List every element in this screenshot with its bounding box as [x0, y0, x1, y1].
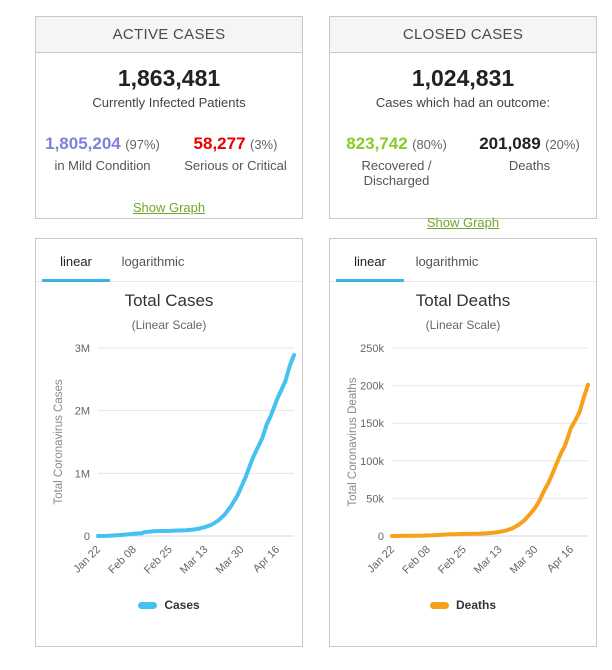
tab-logarithmic[interactable]: logarithmic [404, 239, 490, 282]
tab-linear[interactable]: linear [42, 239, 110, 282]
x-tick-label: Feb 08 [400, 544, 433, 577]
deaths-legend-label: Deaths [456, 598, 496, 612]
mild-condition-percent: (97%) [125, 137, 160, 152]
x-tick-label: Jan 22 [71, 544, 103, 576]
y-tick-label: 200k [360, 381, 384, 393]
deaths-value: 201,089 [479, 134, 540, 153]
cases-line-marker-icon [138, 602, 157, 609]
serious-critical-percent: (3%) [250, 137, 277, 152]
serious-critical-label: Serious or Critical [169, 158, 302, 173]
series-line [98, 355, 294, 536]
tab-linear[interactable]: linear [336, 239, 404, 282]
x-tick-label: Jan 22 [365, 544, 397, 576]
tab-logarithmic[interactable]: logarithmic [110, 239, 196, 282]
y-tick-label: 3M [75, 343, 90, 355]
serious-critical-cell: 58,277 (3%) Serious or Critical [169, 134, 302, 173]
deaths-cell: 201,089 (20%) Deaths [463, 134, 596, 188]
closed-breakdown-row: 823,742 (80%) Recovered / Discharged 201… [330, 134, 596, 188]
recovered-cell: 823,742 (80%) Recovered / Discharged [330, 134, 463, 188]
y-tick-label: 0 [84, 531, 90, 543]
chart-title: Total Deaths [330, 291, 596, 311]
cases-line-chart: 0 1M 2M 3M Jan 22Feb 08Feb 25Mar 13Mar 30Apr… [36, 334, 302, 596]
chart-subtitle: (Linear Scale) [36, 318, 302, 332]
recovered-value: 823,742 [346, 134, 407, 153]
cases-legend-item[interactable]: Cases [36, 598, 302, 612]
y-tick-label: 0 [378, 531, 384, 543]
x-tick-label: Apr 16 [251, 544, 282, 575]
chart-subtitle: (Linear Scale) [330, 318, 596, 332]
deaths-line-marker-icon [430, 602, 449, 609]
cases-legend-label: Cases [164, 598, 199, 612]
active-cases-header: ACTIVE CASES [36, 17, 302, 53]
closed-show-graph-link[interactable]: Show Graph [427, 215, 499, 230]
x-tick-label: Mar 13 [178, 544, 211, 577]
closed-cases-body: 1,024,831 Cases which had an outcome: 82… [330, 65, 596, 232]
x-tick-label: Feb 08 [106, 544, 139, 577]
active-cases-panel: ACTIVE CASES 1,863,481 Currently Infecte… [35, 16, 303, 219]
mild-condition-label: in Mild Condition [36, 158, 169, 173]
x-tick-label: Feb 25 [142, 544, 175, 577]
panel-title: CLOSED CASES [403, 26, 523, 43]
deaths-percent: (20%) [545, 137, 580, 152]
total-cases-chart-panel: linear logarithmic Total Cases (Linear S… [35, 238, 303, 647]
chart-title: Total Cases [36, 291, 302, 311]
x-tick-label: Apr 16 [545, 544, 576, 575]
total-deaths-chart-panel: linear logarithmic Total Deaths (Linear … [329, 238, 597, 647]
deaths-line-chart: 050k100k150k200k250kJan 22Feb 08Feb 25Ma… [330, 334, 596, 596]
x-tick-label: Mar 13 [472, 544, 505, 577]
active-breakdown-row: 1,805,204 (97%) in Mild Condition 58,277… [36, 134, 302, 173]
mild-condition-value: 1,805,204 [45, 134, 121, 153]
y-axis-title: Total Coronavirus Deaths [347, 377, 359, 506]
deaths-label: Deaths [463, 158, 596, 173]
panel-title: ACTIVE CASES [113, 26, 226, 43]
active-cases-body: 1,863,481 Currently Infected Patients 1,… [36, 65, 302, 217]
y-tick-label: 1M [75, 468, 90, 480]
y-axis-title: Total Coronavirus Cases [53, 379, 65, 505]
mild-condition-cell: 1,805,204 (97%) in Mild Condition [36, 134, 169, 173]
y-tick-label: 150k [360, 418, 384, 430]
active-total-count: 1,863,481 [36, 65, 302, 92]
y-tick-label: 100k [360, 456, 384, 468]
closed-cases-header: CLOSED CASES [330, 17, 596, 53]
recovered-percent: (80%) [412, 137, 447, 152]
x-tick-label: Mar 30 [508, 544, 541, 577]
active-total-label: Currently Infected Patients [36, 95, 302, 110]
x-tick-label: Feb 25 [436, 544, 469, 577]
closed-cases-panel: CLOSED CASES 1,024,831 Cases which had a… [329, 16, 597, 219]
deaths-legend-item[interactable]: Deaths [330, 598, 596, 612]
page-root: ACTIVE CASES 1,863,481 Currently Infecte… [0, 0, 612, 670]
closed-total-label: Cases which had an outcome: [330, 95, 596, 110]
y-tick-label: 250k [360, 343, 384, 355]
closed-total-count: 1,024,831 [330, 65, 596, 92]
deaths-scale-tabs: linear logarithmic [330, 239, 596, 282]
recovered-label: Recovered / Discharged [330, 158, 463, 188]
serious-critical-value: 58,277 [194, 134, 246, 153]
x-tick-label: Mar 30 [214, 544, 247, 577]
y-tick-label: 2M [75, 406, 90, 418]
y-tick-label: 50k [366, 493, 384, 505]
cases-scale-tabs: linear logarithmic [36, 239, 302, 282]
active-show-graph-link[interactable]: Show Graph [133, 200, 205, 215]
